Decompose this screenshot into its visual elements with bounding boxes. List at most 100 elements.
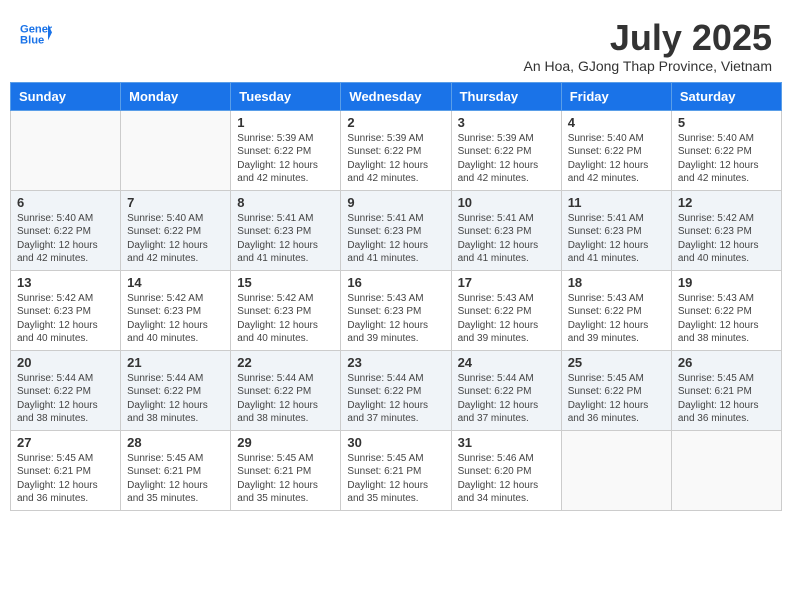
day-number: 13 xyxy=(17,275,114,290)
day-number: 23 xyxy=(347,355,444,370)
day-header-saturday: Saturday xyxy=(671,82,781,110)
calendar-cell: 12 Sunrise: 5:42 AM Sunset: 6:23 PM Dayli… xyxy=(671,190,781,270)
day-info: Sunrise: 5:39 AM Sunset: 6:22 PM Dayligh… xyxy=(237,132,334,186)
day-number: 12 xyxy=(678,195,775,210)
page-header: General Blue July 2025 An Hoa, GJong Tha… xyxy=(10,10,782,78)
day-info: Sunrise: 5:40 AM Sunset: 6:22 PM Dayligh… xyxy=(17,212,114,266)
day-info: Sunrise: 5:42 AM Sunset: 6:23 PM Dayligh… xyxy=(678,212,775,266)
calendar-cell: 18 Sunrise: 5:43 AM Sunset: 6:22 PM Dayli… xyxy=(561,270,671,350)
day-header-tuesday: Tuesday xyxy=(231,82,341,110)
calendar-cell: 8 Sunrise: 5:41 AM Sunset: 6:23 PM Daylig… xyxy=(231,190,341,270)
calendar-table: SundayMondayTuesdayWednesdayThursdayFrid… xyxy=(10,82,782,511)
calendar-cell: 2Sunrise: 5:39 AM Sunset: 6:22 PM Daylig… xyxy=(341,110,451,190)
day-info: Sunrise: 5:45 AM Sunset: 6:21 PM Dayligh… xyxy=(127,452,224,506)
calendar-cell: 23Sunrise: 5:44 AM Sunset: 6:22 PM Dayli… xyxy=(341,350,451,430)
day-info: Sunrise: 5:41 AM Sunset: 6:23 PM Dayligh… xyxy=(568,212,665,266)
calendar-cell: 16 Sunrise: 5:43 AM Sunset: 6:23 PM Dayli… xyxy=(341,270,451,350)
calendar-cell: 17 Sunrise: 5:43 AM Sunset: 6:22 PM Dayli… xyxy=(451,270,561,350)
svg-text:General: General xyxy=(20,23,52,35)
calendar-cell: 1 Sunrise: 5:39 AM Sunset: 6:22 PM Daylig… xyxy=(231,110,341,190)
calendar-cell: 20 Sunrise: 5:44 AM Sunset: 6:22 PM Dayli… xyxy=(11,350,121,430)
day-number: 9 xyxy=(347,195,444,210)
day-number: 6 xyxy=(17,195,114,210)
calendar-cell: 31 Sunrise: 5:46 AM Sunset: 6:20 PM Dayli… xyxy=(451,430,561,510)
day-info: Sunrise: 5:42 AM Sunset: 6:23 PM Dayligh… xyxy=(127,292,224,346)
day-info: Sunrise: 5:44 AM Sunset: 6:22 PM Dayligh… xyxy=(237,372,334,426)
day-info: Sunrise: 5:40 AM Sunset: 6:22 PM Dayligh… xyxy=(678,132,775,186)
calendar-cell: 10 Sunrise: 5:41 AM Sunset: 6:23 PM Dayli… xyxy=(451,190,561,270)
day-number: 1 xyxy=(237,115,334,130)
day-info: Sunrise: 5:40 AM Sunset: 6:22 PM Dayligh… xyxy=(568,132,665,186)
title-area: July 2025 An Hoa, GJong Thap Province, V… xyxy=(523,18,772,74)
logo: General Blue xyxy=(20,18,52,50)
calendar-cell xyxy=(671,430,781,510)
calendar-cell: 13 Sunrise: 5:42 AM Sunset: 6:23 PM Dayli… xyxy=(11,270,121,350)
day-info: Sunrise: 5:41 AM Sunset: 6:23 PM Dayligh… xyxy=(458,212,555,266)
day-info: Sunrise: 5:44 AM Sunset: 6:22 PM Dayligh… xyxy=(458,372,555,426)
day-number: 20 xyxy=(17,355,114,370)
day-number: 4 xyxy=(568,115,665,130)
day-number: 24 xyxy=(458,355,555,370)
day-number: 19 xyxy=(678,275,775,290)
day-number: 7 xyxy=(127,195,224,210)
calendar-week-2: 6 Sunrise: 5:40 AM Sunset: 6:22 PM Daylig… xyxy=(11,190,782,270)
day-number: 5 xyxy=(678,115,775,130)
calendar-cell: 3 Sunrise: 5:39 AM Sunset: 6:22 PM Daylig… xyxy=(451,110,561,190)
month-title: July 2025 xyxy=(523,18,772,58)
calendar-cell: 9 Sunrise: 5:41 AM Sunset: 6:23 PM Daylig… xyxy=(341,190,451,270)
day-number: 10 xyxy=(458,195,555,210)
calendar-header-row: SundayMondayTuesdayWednesdayThursdayFrid… xyxy=(11,82,782,110)
day-info: Sunrise: 5:39 AM Sunset: 6:22 PM Dayligh… xyxy=(458,132,555,186)
calendar-cell: 26 Sunrise: 5:45 AM Sunset: 6:21 PM Dayli… xyxy=(671,350,781,430)
calendar-cell: 30Sunrise: 5:45 AM Sunset: 6:21 PM Dayli… xyxy=(341,430,451,510)
day-info: Sunrise: 5:43 AM Sunset: 6:22 PM Dayligh… xyxy=(458,292,555,346)
day-info: Sunrise: 5:45 AM Sunset: 6:21 PM Dayligh… xyxy=(237,452,334,506)
day-number: 2 xyxy=(347,115,444,130)
day-info: Sunrise: 5:43 AM Sunset: 6:22 PM Dayligh… xyxy=(678,292,775,346)
day-info: Sunrise: 5:43 AM Sunset: 6:23 PM Dayligh… xyxy=(347,292,444,346)
calendar-cell: 25Sunrise: 5:45 AM Sunset: 6:22 PM Dayli… xyxy=(561,350,671,430)
calendar-cell: 6 Sunrise: 5:40 AM Sunset: 6:22 PM Daylig… xyxy=(11,190,121,270)
day-info: Sunrise: 5:45 AM Sunset: 6:21 PM Dayligh… xyxy=(678,372,775,426)
day-header-sunday: Sunday xyxy=(11,82,121,110)
day-number: 3 xyxy=(458,115,555,130)
day-header-monday: Monday xyxy=(121,82,231,110)
calendar-week-1: 1 Sunrise: 5:39 AM Sunset: 6:22 PM Daylig… xyxy=(11,110,782,190)
calendar-week-4: 20 Sunrise: 5:44 AM Sunset: 6:22 PM Dayli… xyxy=(11,350,782,430)
calendar-cell: 27 Sunrise: 5:45 AM Sunset: 6:21 PM Dayli… xyxy=(11,430,121,510)
day-number: 26 xyxy=(678,355,775,370)
calendar-cell: 22 Sunrise: 5:44 AM Sunset: 6:22 PM Dayli… xyxy=(231,350,341,430)
day-info: Sunrise: 5:42 AM Sunset: 6:23 PM Dayligh… xyxy=(17,292,114,346)
calendar-cell xyxy=(121,110,231,190)
location-subtitle: An Hoa, GJong Thap Province, Vietnam xyxy=(523,58,772,74)
day-info: Sunrise: 5:43 AM Sunset: 6:22 PM Dayligh… xyxy=(568,292,665,346)
calendar-cell: 4 Sunrise: 5:40 AM Sunset: 6:22 PM Daylig… xyxy=(561,110,671,190)
logo-icon: General Blue xyxy=(20,18,52,50)
day-info: Sunrise: 5:45 AM Sunset: 6:21 PM Dayligh… xyxy=(17,452,114,506)
calendar-cell: 24 Sunrise: 5:44 AM Sunset: 6:22 PM Dayli… xyxy=(451,350,561,430)
calendar-cell: 19 Sunrise: 5:43 AM Sunset: 6:22 PM Dayli… xyxy=(671,270,781,350)
day-info: Sunrise: 5:40 AM Sunset: 6:22 PM Dayligh… xyxy=(127,212,224,266)
day-header-wednesday: Wednesday xyxy=(341,82,451,110)
day-number: 22 xyxy=(237,355,334,370)
calendar-cell: 14Sunrise: 5:42 AM Sunset: 6:23 PM Dayli… xyxy=(121,270,231,350)
day-number: 29 xyxy=(237,435,334,450)
day-info: Sunrise: 5:44 AM Sunset: 6:22 PM Dayligh… xyxy=(17,372,114,426)
day-info: Sunrise: 5:45 AM Sunset: 6:21 PM Dayligh… xyxy=(347,452,444,506)
day-number: 8 xyxy=(237,195,334,210)
day-info: Sunrise: 5:46 AM Sunset: 6:20 PM Dayligh… xyxy=(458,452,555,506)
day-number: 28 xyxy=(127,435,224,450)
day-info: Sunrise: 5:41 AM Sunset: 6:23 PM Dayligh… xyxy=(347,212,444,266)
day-number: 27 xyxy=(17,435,114,450)
day-number: 17 xyxy=(458,275,555,290)
day-info: Sunrise: 5:41 AM Sunset: 6:23 PM Dayligh… xyxy=(237,212,334,266)
day-number: 31 xyxy=(458,435,555,450)
calendar-cell xyxy=(561,430,671,510)
day-info: Sunrise: 5:42 AM Sunset: 6:23 PM Dayligh… xyxy=(237,292,334,346)
calendar-week-3: 13 Sunrise: 5:42 AM Sunset: 6:23 PM Dayli… xyxy=(11,270,782,350)
day-number: 16 xyxy=(347,275,444,290)
day-number: 25 xyxy=(568,355,665,370)
svg-text:Blue: Blue xyxy=(20,35,44,47)
day-number: 18 xyxy=(568,275,665,290)
calendar-cell: 7 Sunrise: 5:40 AM Sunset: 6:22 PM Daylig… xyxy=(121,190,231,270)
